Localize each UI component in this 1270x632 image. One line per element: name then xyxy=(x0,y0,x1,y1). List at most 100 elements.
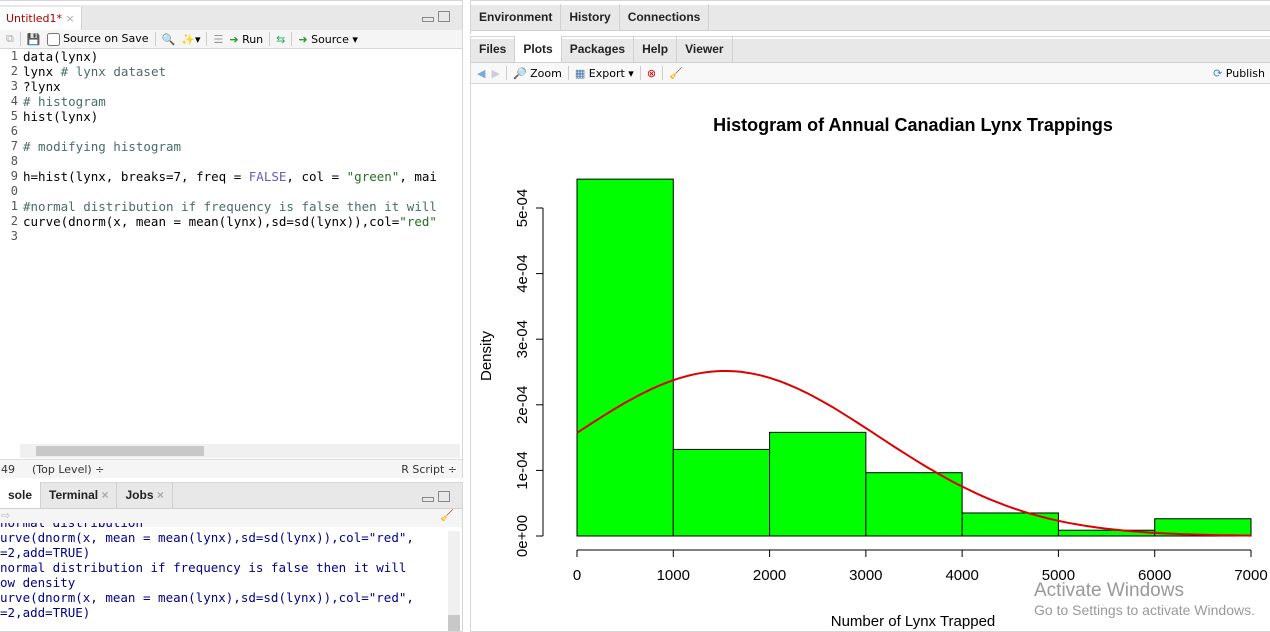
code-token: , mai xyxy=(399,169,437,184)
code-line: data(lynx) xyxy=(23,49,462,64)
tab-viewer[interactable]: Viewer xyxy=(677,36,733,62)
line-number: 4 xyxy=(10,94,18,108)
code-token: lynx xyxy=(23,64,61,79)
close-icon[interactable]: × xyxy=(98,488,108,502)
activate-windows-watermark: Activate Windows Go to Settings to activ… xyxy=(1034,580,1255,618)
y-tick-label: 5e-04 xyxy=(514,189,531,227)
environment-pane: Environment History Connections xyxy=(470,0,1270,34)
code-token: ?lynx xyxy=(23,79,61,94)
y-tick-label: 3e-04 xyxy=(514,320,531,358)
tab-help[interactable]: Help xyxy=(634,36,678,62)
console-line: urve(dnorm(x, mean = mean(lynx),sd=sd(ly… xyxy=(0,530,414,545)
code-token: "green" xyxy=(346,169,400,184)
y-tick-label: 0e+00 xyxy=(514,515,531,557)
line-number: 2 xyxy=(10,214,18,228)
tab-connections[interactable]: Connections xyxy=(620,4,710,30)
line-number: 3 xyxy=(10,79,18,93)
chart-title: Histogram of Annual Canadian Lynx Trappi… xyxy=(713,115,1113,135)
forward-arrow-icon[interactable]: ▶ xyxy=(491,67,499,80)
outline-icon[interactable]: ☰ xyxy=(213,33,223,46)
code-token: hist(lynx) xyxy=(23,109,99,124)
x-tick-label: 2000 xyxy=(753,567,786,584)
console-scrollbar[interactable] xyxy=(448,531,460,631)
close-icon[interactable]: × xyxy=(66,12,75,25)
code-token: "red" xyxy=(399,214,437,229)
tab-terminal[interactable]: Terminal × xyxy=(41,482,118,508)
tab-plots[interactable]: Plots xyxy=(515,36,562,62)
console-output[interactable]: normal distributionurve(dnorm(x, mean = … xyxy=(0,523,446,631)
tab-packages[interactable]: Packages xyxy=(562,36,635,62)
line-number: 9 xyxy=(10,169,18,183)
code-token: curve(dnorm(x, mean = mean(lynx),sd=sd(l… xyxy=(23,214,400,229)
run-button[interactable]: ➜ Run xyxy=(229,33,263,46)
file-type-selector[interactable]: R Script ÷ xyxy=(401,463,457,476)
y-tick-label: 2e-04 xyxy=(514,386,531,424)
code-line: hist(lynx) xyxy=(23,109,462,124)
remove-plot-icon[interactable]: ⊗ xyxy=(647,67,656,80)
code-token: #normal distribution if frequency is fal… xyxy=(23,199,437,214)
console-line: urve(dnorm(x, mean = mean(lynx),sd=sd(ly… xyxy=(0,590,414,605)
save-icon[interactable]: 💾 xyxy=(27,33,41,46)
source-button[interactable]: ➜ Source ▾ xyxy=(298,33,358,46)
console-window-controls[interactable] xyxy=(422,491,450,502)
zoom-button[interactable]: 🔎 Zoom xyxy=(513,67,562,80)
line-number: 2 xyxy=(10,64,18,78)
export-icon: ▦ xyxy=(574,66,586,80)
line-number: 0 xyxy=(10,184,18,198)
y-tick-label: 1e-04 xyxy=(514,451,531,489)
clear-plots-icon[interactable]: 🧹 xyxy=(669,67,683,80)
console-line: =2,add=TRUE) xyxy=(0,545,91,560)
line-numbers: 1234567890123 xyxy=(0,49,18,244)
histogram-bar xyxy=(672,448,771,537)
export-button[interactable]: ▦ Export ▾ xyxy=(575,67,634,80)
editor-status-bar: 49 (Top Level) ÷ R Script ÷ xyxy=(0,459,462,478)
scope-selector[interactable]: (Top Level) ÷ xyxy=(32,463,104,476)
tab-untitled1[interactable]: Untitled1* × xyxy=(0,7,82,30)
code-token: FALSE xyxy=(248,169,287,184)
minimize-icon[interactable] xyxy=(422,497,434,502)
minimize-icon[interactable] xyxy=(422,17,434,22)
histogram-bar xyxy=(576,178,674,537)
code-line: h=hist(lynx, breaks=7, freq = FALSE, col… xyxy=(23,169,462,184)
publish-icon: ⟳ xyxy=(1213,66,1223,80)
code-token: data(lynx) xyxy=(23,49,99,64)
histogram-bar xyxy=(769,431,867,537)
code-token: # lynx dataset xyxy=(60,64,166,79)
tab-files[interactable]: Files xyxy=(471,36,516,62)
source-on-save-checkbox[interactable]: Source on Save xyxy=(46,32,149,46)
tab-sole[interactable]: sole xyxy=(0,482,42,508)
maximize-icon[interactable] xyxy=(438,11,450,22)
line-number: 6 xyxy=(10,124,18,138)
code-editor[interactable]: data(lynx) lynx # lynx dataset ?lynx # hist… xyxy=(23,49,462,444)
search-icon[interactable]: 🔍 xyxy=(162,33,176,46)
code-token: # histogram xyxy=(23,94,106,109)
code-line: lynx # lynx dataset xyxy=(23,64,462,79)
tab-history[interactable]: History xyxy=(561,4,620,30)
code-line: #normal distribution if frequency is fal… xyxy=(23,199,462,214)
rerun-icon[interactable]: ⇆ xyxy=(276,33,285,46)
y-axis-label: Density xyxy=(478,330,495,381)
horizontal-scrollbar[interactable] xyxy=(20,444,460,458)
tab-jobs[interactable]: Jobs × xyxy=(117,482,173,508)
magic-wand-icon[interactable]: ✨▾ xyxy=(181,33,200,46)
histogram-plot: Histogram of Annual Canadian Lynx Trappi… xyxy=(478,115,1268,630)
console-line: normal distribution if frequency is fals… xyxy=(0,560,407,575)
console-line: normal distribution xyxy=(0,523,446,530)
console-pane: soleTerminal ×Jobs × ⇨🧹 normal distribut… xyxy=(0,482,463,632)
show-in-window-icon[interactable]: ⧉ xyxy=(6,32,14,46)
maximize-icon[interactable] xyxy=(438,491,450,502)
code-token: h=hist(lynx, breaks=7, freq = xyxy=(23,169,249,184)
window-controls[interactable] xyxy=(422,11,450,22)
close-icon[interactable]: × xyxy=(154,488,164,502)
tab-environment[interactable]: Environment xyxy=(471,4,562,30)
histogram-bar xyxy=(865,472,963,537)
x-tick-label: 3000 xyxy=(849,567,882,584)
code-line: # modifying histogram xyxy=(23,139,462,154)
back-arrow-icon[interactable]: ◀ xyxy=(477,67,485,80)
clear-console-icon[interactable]: 🧹 xyxy=(440,509,454,522)
publish-button[interactable]: ⟳ Publish xyxy=(1213,67,1265,80)
source-editor-pane: Untitled1* × ⧉ 💾 Source on Save 🔍 ✨▾ ☰ ➜… xyxy=(0,0,463,478)
code-line: curve(dnorm(x, mean = mean(lynx),sd=sd(l… xyxy=(23,214,462,229)
